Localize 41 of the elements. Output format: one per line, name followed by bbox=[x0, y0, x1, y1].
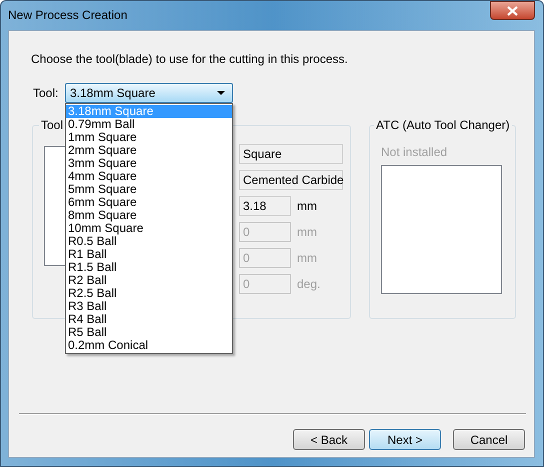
dropdown-option[interactable]: R5 Ball bbox=[66, 326, 232, 339]
window-title: New Process Creation bbox=[8, 8, 128, 22]
dropdown-option[interactable]: 2mm Square bbox=[66, 144, 232, 157]
dropdown-option[interactable]: R0.5 Ball bbox=[66, 235, 232, 248]
input-field: 0 bbox=[239, 248, 291, 268]
dialog-button[interactable]: Cancel bbox=[453, 429, 525, 450]
dropdown-option[interactable]: R2.5 Ball bbox=[66, 287, 232, 300]
group-title: ATC (Auto Tool Changer) bbox=[374, 118, 512, 132]
dropdown-option[interactable]: 6mm Square bbox=[66, 196, 232, 209]
input-field: 3.18 bbox=[239, 196, 291, 216]
dropdown-option[interactable]: R1 Ball bbox=[66, 248, 232, 261]
dialog-button[interactable]: Next > bbox=[369, 429, 441, 450]
unit-label: deg. bbox=[297, 277, 320, 291]
instruction-text: Choose the tool(blade) to use for the cutting in this process. bbox=[31, 52, 348, 66]
close-icon bbox=[507, 6, 518, 16]
unit-label: mm bbox=[297, 199, 317, 213]
input-field: 0 bbox=[239, 274, 291, 294]
dropdown-option[interactable]: R4 Ball bbox=[66, 313, 232, 326]
status-text: Not installed bbox=[381, 145, 448, 159]
dropdown-option[interactable]: R1.5 Ball bbox=[66, 261, 232, 274]
dropdown-option[interactable]: 0.2mm Conical bbox=[66, 339, 232, 352]
unit-label: mm bbox=[297, 251, 317, 265]
dropdown-option[interactable]: 5mm Square bbox=[66, 183, 232, 196]
tool-dropdown[interactable]: 3.18mm Square bbox=[65, 83, 233, 103]
input-field: 0 bbox=[239, 222, 291, 242]
dropdown-option[interactable]: 8mm Square bbox=[66, 209, 232, 222]
dropdown-option[interactable]: R3 Ball bbox=[66, 300, 232, 313]
dialog-button[interactable]: < Back bbox=[293, 429, 365, 450]
caret-icon bbox=[217, 91, 225, 95]
dropdown-option[interactable]: 4mm Square bbox=[66, 170, 232, 183]
dropdown-option[interactable]: R2 Ball bbox=[66, 274, 232, 287]
input-field: Square bbox=[239, 144, 343, 164]
dropdown-option[interactable]: 3mm Square bbox=[66, 157, 232, 170]
dropdown-option[interactable]: 0.79mm Ball bbox=[66, 118, 232, 131]
input-field: Cemented Carbide bbox=[239, 170, 343, 190]
dropdown-option[interactable]: 10mm Square bbox=[66, 222, 232, 235]
close-button[interactable] bbox=[490, 1, 535, 20]
group-title: Tool bbox=[39, 118, 66, 132]
unit-label: mm bbox=[297, 225, 317, 239]
dropdown-option[interactable]: 1mm Square bbox=[66, 131, 232, 144]
tool-label: Tool: bbox=[33, 86, 58, 100]
